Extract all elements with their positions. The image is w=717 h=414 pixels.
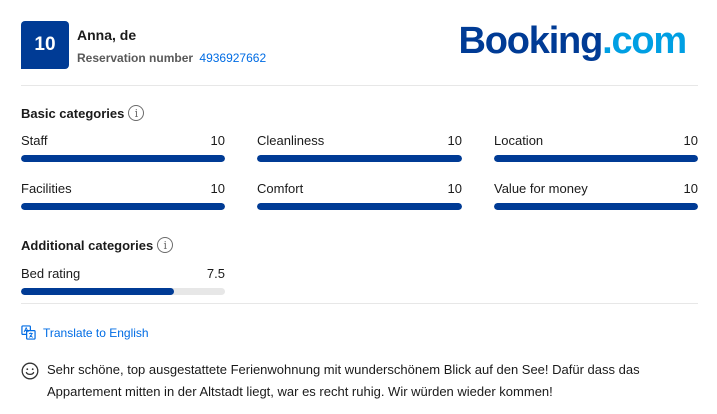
translate-icon: [21, 325, 36, 340]
category-label: Cleanliness: [257, 133, 325, 148]
score-bar-fill: [257, 155, 462, 162]
category-location: Location 10: [494, 133, 698, 162]
category-score: 10: [210, 181, 225, 196]
smile-icon: [21, 362, 39, 380]
logo-booking: Booking: [458, 20, 604, 62]
translate-label[interactable]: Translate to English: [43, 326, 149, 340]
reservation-info: Reservation number 4936927662: [77, 51, 266, 65]
divider: [21, 85, 698, 86]
score-badge: 10: [21, 21, 69, 69]
reservation-number-link[interactable]: 4936927662: [199, 51, 266, 65]
translate-link[interactable]: Translate to English: [21, 325, 149, 340]
score-bar: [257, 155, 462, 162]
info-icon[interactable]: i: [157, 237, 174, 253]
score-bar: [21, 288, 225, 295]
score-bar-fill: [257, 203, 462, 210]
category-score: 10: [683, 181, 698, 196]
score-bar-fill: [21, 155, 225, 162]
score-bar-fill: [494, 203, 698, 210]
category-label: Staff: [21, 133, 48, 148]
additional-categories-label: Additional categories: [21, 237, 154, 253]
review-positive: Sehr schöne, top ausgestattete Ferienwoh…: [21, 361, 701, 403]
category-score: 10: [683, 133, 698, 148]
category-label: Bed rating: [21, 266, 81, 281]
score-bar: [21, 155, 225, 162]
category-score: 7.5: [206, 266, 225, 281]
category-label: Comfort: [257, 181, 304, 196]
logo-dotcom: .com: [602, 20, 687, 62]
info-icon[interactable]: i: [128, 105, 145, 121]
category-label: Location: [494, 133, 544, 148]
score-bar: [494, 203, 698, 210]
guest-name: Anna, de: [77, 27, 137, 43]
booking-logo: Booking.com: [458, 19, 688, 63]
category-score: 10: [447, 181, 462, 196]
basic-categories-title: Basic categories i: [21, 105, 145, 121]
reservation-label: Reservation number: [77, 51, 194, 65]
divider: [21, 303, 698, 304]
score-bar-fill: [21, 203, 225, 210]
category-comfort: Comfort 10: [257, 181, 462, 210]
score-bar-fill: [494, 155, 698, 162]
category-staff: Staff 10: [21, 133, 225, 162]
basic-categories-label: Basic categories: [21, 105, 125, 121]
category-bed-rating: Bed rating 7.5: [21, 266, 225, 295]
category-label: Value for money: [494, 181, 588, 196]
category-score: 10: [210, 133, 225, 148]
review-header: 10 Anna, de Reservation number 493692766…: [21, 19, 698, 71]
score-bar: [21, 203, 225, 210]
additional-categories-title: Additional categories i: [21, 237, 174, 253]
review-text: Sehr schöne, top ausgestattete Ferienwoh…: [47, 362, 640, 399]
score-bar-fill: [21, 288, 174, 295]
category-label: Facilities: [21, 181, 72, 196]
category-score: 10: [447, 133, 462, 148]
category-value-for-money: Value for money 10: [494, 181, 698, 210]
score-bar: [494, 155, 698, 162]
score-bar: [257, 203, 462, 210]
category-cleanliness: Cleanliness 10: [257, 133, 462, 162]
category-facilities: Facilities 10: [21, 181, 225, 210]
